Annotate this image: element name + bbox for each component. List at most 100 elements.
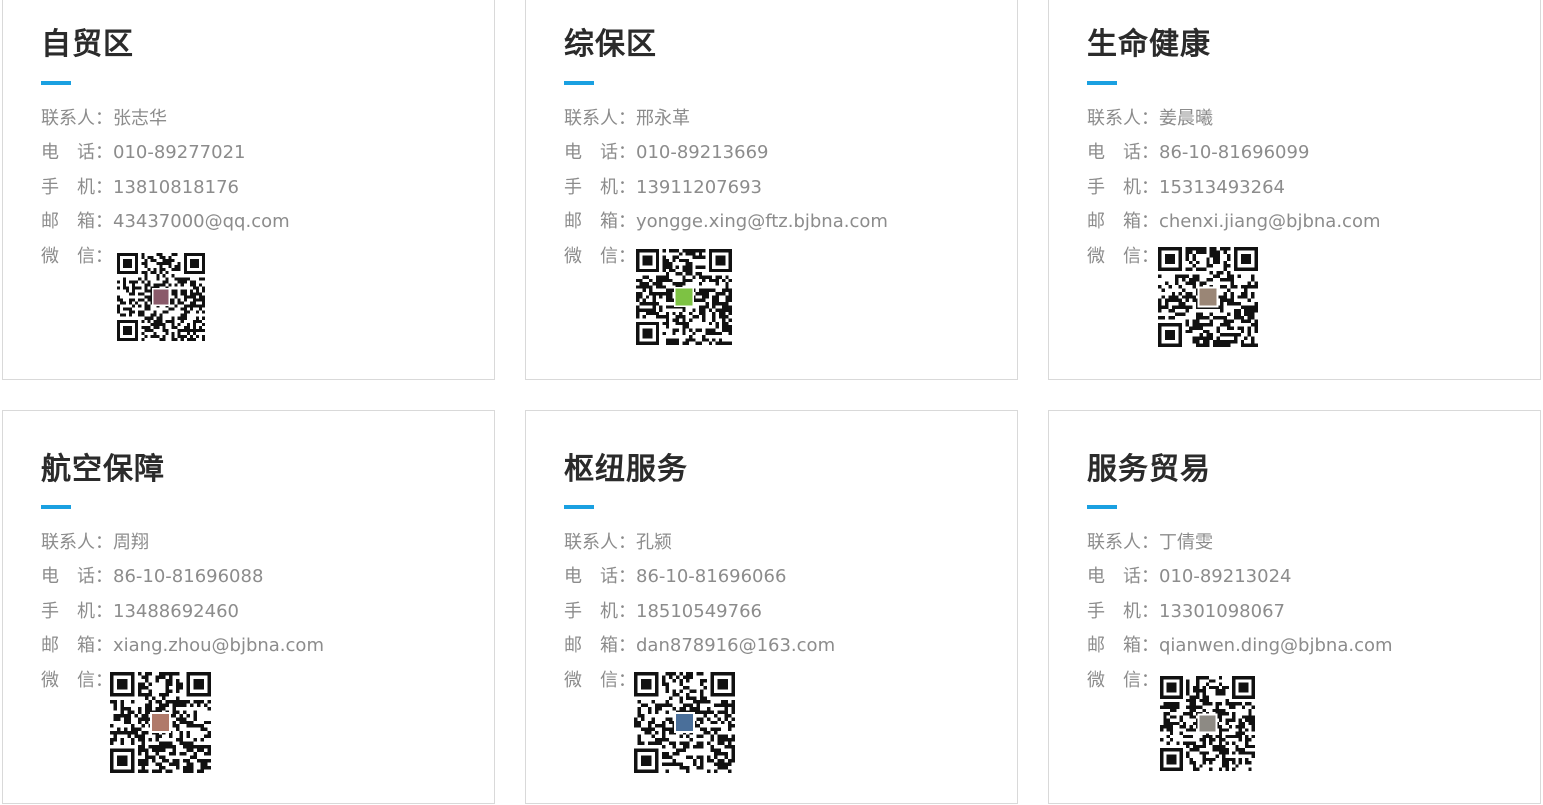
wechat-label: 微 信： [41,245,113,267]
email-label: 邮 箱： [1087,635,1159,657]
wechat-qr-code-icon [634,672,735,773]
tel-row: 电 话：010-89213669 [564,136,888,170]
mobile-row: 手 机：13810818176 [41,171,290,205]
email-label: 邮 箱： [564,635,636,657]
email-label: 邮 箱： [41,635,113,657]
contact-row: 联系人：孔颍 [564,526,835,560]
mobile-label: 手 机： [564,600,636,622]
mobile-value: 15313493264 [1159,176,1285,198]
card-title: 生命健康 [1087,27,1211,62]
card-title: 自贸区 [41,27,134,62]
title-accent-bar [41,81,71,85]
tel-value: 010-89277021 [113,142,246,164]
mobile-row: 手 机：13488692460 [41,595,324,629]
contact-row: 联系人：丁倩雯 [1087,526,1393,560]
tel-value: 86-10-81696066 [636,566,787,588]
email-link[interactable]: 43437000@qq.com [113,205,290,239]
tel-label: 电 话： [564,566,636,588]
tel-label: 电 话： [41,142,113,164]
card-title: 枢纽服务 [564,452,688,487]
email-row: 邮 箱：chenxi.jiang@bjbna.com [1087,205,1380,239]
email-link[interactable]: yongge.xing@ftz.bjbna.com [636,205,888,239]
title-accent-bar [41,505,71,509]
mobile-value: 13301098067 [1159,600,1285,622]
contact-row: 联系人：邢永革 [564,102,888,136]
title-accent-bar [564,505,594,509]
card-title: 综保区 [564,27,657,62]
contact-name: 丁倩雯 [1159,532,1213,553]
card-title: 航空保障 [41,452,165,487]
mobile-label: 手 机： [41,176,113,198]
tel-row: 电 话：010-89277021 [41,136,290,170]
contact-label: 联系人： [1087,108,1159,129]
contact-name: 邢永革 [636,108,690,129]
tel-value: 86-10-81696088 [113,566,264,588]
tel-value: 010-89213669 [636,142,769,164]
wechat-qr-code-icon [117,253,205,341]
contact-row: 联系人：张志华 [41,102,290,136]
contact-card-free-trade-zone: 自贸区 联系人：张志华 电 话：010-89277021 手 机：1381081… [2,0,495,380]
card-title: 服务贸易 [1087,452,1211,487]
mobile-label: 手 机： [41,600,113,622]
tel-row: 电 话：86-10-81696066 [564,560,835,594]
tel-row: 电 话：86-10-81696088 [41,560,324,594]
contact-label: 联系人： [564,532,636,553]
mobile-row: 手 机：13301098067 [1087,595,1393,629]
contact-name: 姜晨曦 [1159,108,1213,129]
contact-row: 联系人：周翔 [41,526,324,560]
email-row: 邮 箱：qianwen.ding@bjbna.com [1087,629,1393,663]
wechat-label: 微 信： [564,245,636,267]
contact-card-bonded-zone: 综保区 联系人：邢永革 电 话：010-89213669 手 机：1391120… [525,0,1018,380]
mobile-label: 手 机： [1087,600,1159,622]
contact-name: 孔颍 [636,532,672,553]
mobile-value: 13810818176 [113,176,239,198]
tel-label: 电 话： [564,142,636,164]
tel-row: 电 话：010-89213024 [1087,560,1393,594]
mobile-row: 手 机：13911207693 [564,171,888,205]
mobile-row: 手 机：18510549766 [564,595,835,629]
tel-value: 010-89213024 [1159,566,1292,588]
title-accent-bar [1087,81,1117,85]
contact-label: 联系人： [41,108,113,129]
tel-label: 电 话： [41,566,113,588]
title-accent-bar [1087,505,1117,509]
email-row: 邮 箱：dan878916@163.com [564,629,835,663]
contact-label: 联系人： [41,532,113,553]
email-label: 邮 箱： [1087,211,1159,233]
mobile-value: 13488692460 [113,600,239,622]
mobile-label: 手 机： [1087,176,1159,198]
contact-label: 联系人： [564,108,636,129]
mobile-value: 18510549766 [636,600,762,622]
tel-row: 电 话：86-10-81696099 [1087,136,1380,170]
contact-card-trade-in-services: 服务贸易 联系人：丁倩雯 电 话：010-89213024 手 机：133010… [1048,410,1541,804]
wechat-label: 微 信： [564,669,636,691]
wechat-label: 微 信： [1087,669,1159,691]
contact-name: 周翔 [113,532,149,553]
title-accent-bar [564,81,594,85]
mobile-row: 手 机：15313493264 [1087,171,1380,205]
mobile-label: 手 机： [564,176,636,198]
email-link[interactable]: qianwen.ding@bjbna.com [1159,629,1393,663]
contact-row: 联系人：姜晨曦 [1087,102,1380,136]
email-link[interactable]: chenxi.jiang@bjbna.com [1159,205,1380,239]
email-link[interactable]: xiang.zhou@bjbna.com [113,629,324,663]
email-row: 邮 箱：43437000@qq.com [41,205,290,239]
email-link[interactable]: dan878916@163.com [636,629,835,663]
tel-label: 电 话： [1087,566,1159,588]
contact-card-hub-services: 枢纽服务 联系人：孔颍 电 话：86-10-81696066 手 机：18510… [525,410,1018,804]
email-row: 邮 箱：yongge.xing@ftz.bjbna.com [564,205,888,239]
wechat-qr-code-icon [1160,676,1255,771]
tel-label: 电 话： [1087,142,1159,164]
email-row: 邮 箱：xiang.zhou@bjbna.com [41,629,324,663]
mobile-value: 13911207693 [636,176,762,198]
wechat-label: 微 信： [41,669,113,691]
email-label: 邮 箱： [564,211,636,233]
contact-label: 联系人： [1087,532,1159,553]
wechat-qr-code-icon [1158,247,1258,347]
contact-card-aviation-support: 航空保障 联系人：周翔 电 话：86-10-81696088 手 机：13488… [2,410,495,804]
contact-card-life-health: 生命健康 联系人：姜晨曦 电 话：86-10-81696099 手 机：1531… [1048,0,1541,380]
email-label: 邮 箱： [41,211,113,233]
wechat-label: 微 信： [1087,245,1159,267]
wechat-qr-code-icon [110,672,211,773]
contact-name: 张志华 [113,108,167,129]
